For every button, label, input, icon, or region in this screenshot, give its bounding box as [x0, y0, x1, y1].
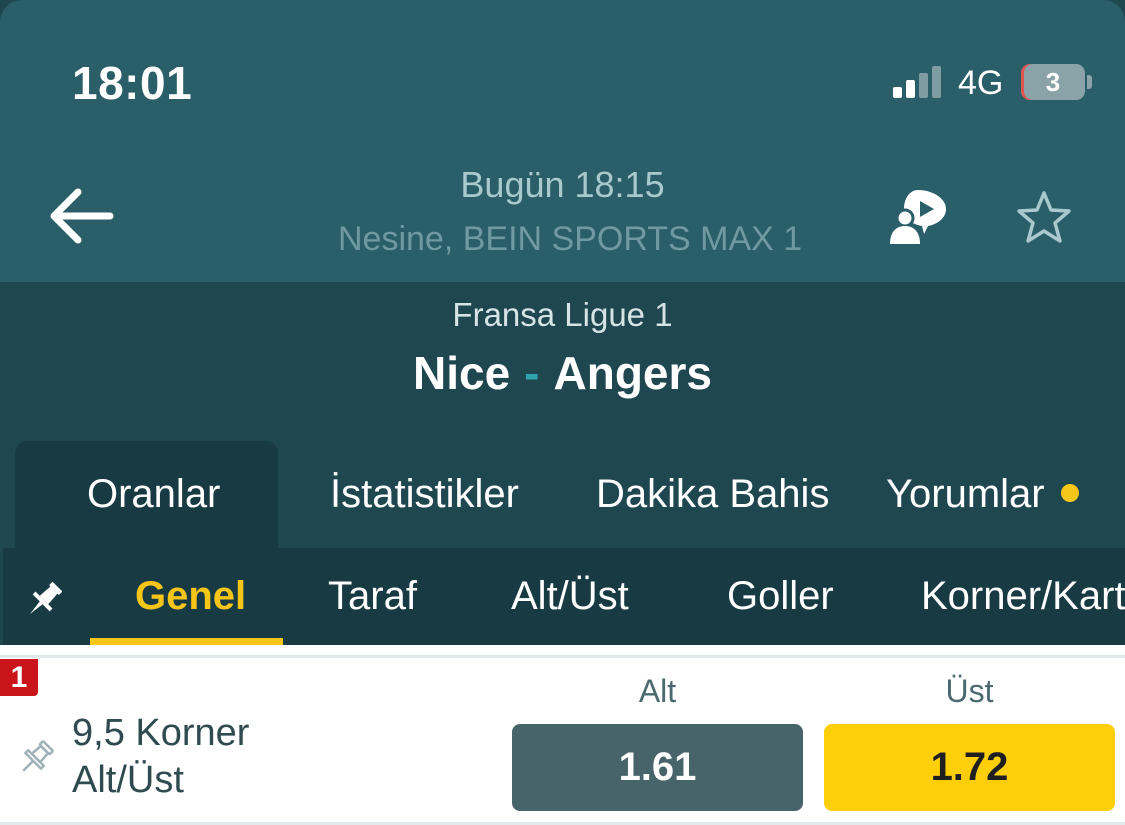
market-badge: 1	[0, 659, 38, 696]
star-icon[interactable]	[1016, 190, 1072, 244]
tab-yorumlar-label: Yorumlar	[886, 472, 1045, 516]
broadcast-info: Nesine, BEIN SPORTS MAX 1	[330, 216, 803, 262]
subtab-korner-kart[interactable]: Korner/Kart	[921, 574, 1125, 619]
match-date-time: Bugün 18:15	[460, 164, 665, 205]
tab-oranlar[interactable]: Oranlar	[87, 472, 220, 517]
battery-tip	[1087, 75, 1092, 89]
column-header-alt: Alt	[638, 673, 677, 709]
odd-button-alt[interactable]: 1.61	[512, 724, 803, 811]
subtab-genel[interactable]: Genel	[135, 574, 246, 619]
subtab-taraf[interactable]: Taraf	[328, 574, 417, 619]
pin-icon[interactable]	[22, 578, 66, 622]
notification-dot	[1060, 484, 1079, 503]
tab-dakika-bahis[interactable]: Dakika Bahis	[596, 472, 829, 517]
tab-istatistikler[interactable]: İstatistikler	[330, 472, 519, 517]
subtab-alt-ust[interactable]: Alt/Üst	[511, 574, 629, 619]
market-name-line1: 9,5 Korner	[72, 712, 250, 754]
market-name-line2: Alt/Üst	[72, 759, 184, 801]
subtab-goller[interactable]: Goller	[727, 574, 834, 619]
screen: 18:01 4G 3 Bugün 18:15 Nesine, BEIN SPOR…	[0, 0, 1125, 825]
battery-level: 3	[1045, 67, 1061, 97]
match-teams: Nice - Angers	[0, 346, 1125, 400]
active-subtab-underline	[90, 638, 283, 645]
away-team: Angers	[553, 347, 712, 399]
odd-button-ust[interactable]: 1.72	[824, 724, 1115, 811]
market-name: 9,5 Korner Alt/Üst	[72, 710, 249, 804]
network-type: 4G	[958, 64, 1004, 102]
tab-yorumlar[interactable]: Yorumlar	[886, 472, 1079, 517]
battery-icon: 3	[1021, 64, 1085, 100]
broadcast-channels: Nesine, BEIN SPORTS MAX 1	[338, 219, 803, 258]
status-time: 18:01	[72, 57, 193, 109]
pin-outline-icon[interactable]	[16, 738, 56, 778]
league-name: Fransa Ligue 1	[452, 296, 673, 333]
team-separator: -	[524, 347, 540, 399]
column-header-ust: Üst	[945, 673, 994, 709]
home-team: Nice	[413, 347, 511, 399]
signal-icon	[893, 66, 945, 98]
commentator-icon[interactable]	[888, 188, 950, 246]
arrow-left-icon[interactable]	[48, 186, 114, 246]
divider	[0, 655, 1125, 658]
